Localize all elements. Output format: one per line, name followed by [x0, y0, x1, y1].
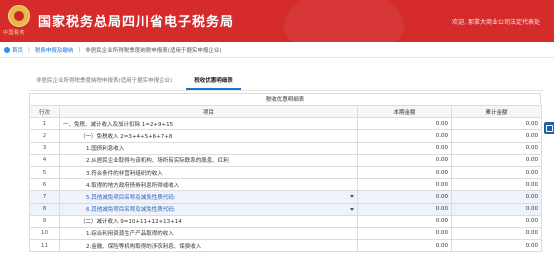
- row-number-cell: 6: [29, 178, 60, 192]
- item-cell: 一、免税、减计收入及加计扣除 1=2+9+15: [59, 117, 358, 131]
- cumulative-amount-input[interactable]: 0.00: [451, 239, 542, 253]
- table-row: 7 5.其他减免项目名称及减免性质代码: 0.00 0.00: [29, 190, 542, 204]
- item-cell: （一）免税收入 2=3+4+5+6+7+8: [59, 129, 358, 143]
- item-cell: （二）减计收入 9=10+11+12+13+14: [59, 214, 358, 228]
- incentive-table: 行次 项目 本期金额 累计金额 1 一、免税、减计收入及加计扣除 1=2+9+15…: [29, 104, 542, 253]
- item-cell: 4.取得的地方政府债券利息所得或收入: [59, 178, 358, 192]
- current-amount-input[interactable]: 0.00: [357, 178, 452, 192]
- site-header: 中国税务 国家税务总局四川省电子税务局 欢迎, 那拿大商业公司法定代表处: [0, 0, 554, 42]
- item-label: 一、免税、减计收入及加计扣除 1=2+9+15: [63, 121, 174, 128]
- cumulative-amount-input[interactable]: 0.00: [451, 141, 542, 155]
- row-number-cell: 11: [29, 239, 60, 253]
- breadcrumb-separator: |: [28, 46, 30, 53]
- item-label: 6.其他减免项目名称及减免性质代码:: [86, 207, 176, 214]
- table-body: 1 一、免税、减计收入及加计扣除 1=2+9+15 0.00 0.00 2 （一）免税收入…: [29, 117, 542, 253]
- current-amount-input[interactable]: 0.00: [357, 141, 452, 155]
- table-row: 8 6.其他减免项目名称及减免性质代码: 0.00 0.00: [29, 202, 542, 216]
- row-number-cell: 1: [29, 117, 60, 131]
- row-number-cell: 8: [29, 202, 60, 216]
- column-header-current-amount: 本期金额: [357, 104, 452, 119]
- cumulative-amount-input[interactable]: 0.00: [451, 178, 542, 192]
- table-row: 6 4.取得的地方政府债券利息所得或收入 0.00 0.00: [29, 178, 542, 192]
- column-header-row-no: 行次: [29, 104, 60, 119]
- cumulative-amount-input[interactable]: 0.00: [451, 153, 542, 167]
- breadcrumb: 首页 | 税费申报及缴纳 | 非居民企业所得税季度纳税申报表(适用于据实申报企业…: [0, 42, 554, 58]
- dropdown-caret-icon[interactable]: [350, 195, 354, 199]
- current-amount-input[interactable]: 0.00: [357, 117, 452, 131]
- tab-quarterly-return[interactable]: 非居民企业所得税季度纳税申报表(适用于据实申报企业): [28, 72, 180, 90]
- item-cell: 2.金融、保险等机构取得的涉农利息、保费收入: [59, 239, 358, 253]
- table-row: 9 （二）减计收入 9=10+11+12+13+14 0.00 0.00: [29, 214, 542, 228]
- home-icon: [4, 46, 10, 53]
- cumulative-amount-input[interactable]: 0.00: [451, 129, 542, 143]
- item-cell: 1.综合利用资源生产产品取得的收入: [59, 226, 358, 241]
- floating-help-icon[interactable]: [544, 122, 554, 134]
- item-label: 5.其他减免项目名称及减免性质代码:: [86, 194, 176, 201]
- cumulative-amount-input[interactable]: 0.00: [451, 214, 542, 228]
- cumulative-amount-input[interactable]: 0.00: [451, 117, 542, 131]
- form-tabs: 非居民企业所得税季度纳税申报表(适用于据实申报企业) 税收优惠明细表: [28, 72, 528, 90]
- item-label: 2.金融、保险等机构取得的涉农利息、保费收入: [86, 243, 202, 250]
- cumulative-amount-input[interactable]: 0.00: [451, 202, 542, 216]
- table-row: 2 （一）免税收入 2=3+4+5+6+7+8 0.00 0.00: [29, 129, 542, 143]
- row-number-cell: 4: [29, 153, 60, 167]
- site-title: 国家税务总局四川省电子税务局: [38, 15, 235, 30]
- current-amount-input[interactable]: 0.00: [357, 129, 452, 143]
- tab-tax-incentive-detail[interactable]: 税收优惠明细表: [186, 72, 241, 90]
- welcome-user-text[interactable]: 欢迎, 那拿大商业公司法定代表处: [452, 17, 540, 26]
- current-amount-input[interactable]: 0.00: [357, 165, 452, 180]
- row-number-cell: 7: [29, 190, 60, 204]
- item-label: （二）减计收入 9=10+11+12+13+14: [80, 219, 182, 226]
- emblem-caption: 中国税务: [3, 30, 26, 36]
- item-label: 1.综合利用资源生产产品取得的收入: [86, 231, 174, 238]
- table-row: 3 1.国债利息收入 0.00 0.00: [29, 141, 542, 155]
- column-header-item: 项目: [59, 104, 358, 119]
- tax-emblem-icon: [8, 5, 30, 27]
- item-label: 2.从居民企业取得与该机构、场所有实际联系的股息、红利: [86, 158, 229, 165]
- incentive-table-container: 税收优惠明细表 行次 项目 本期金额 累计金额 1 一、免税、减计收入及加计扣除 …: [29, 93, 542, 253]
- breadcrumb-tax-filing[interactable]: 税费申报及缴纳: [35, 46, 74, 54]
- item-label: 3.符合条件的非营利组织的收入: [86, 170, 163, 177]
- current-amount-input[interactable]: 0.00: [357, 153, 452, 167]
- table-row: 1 一、免税、减计收入及加计扣除 1=2+9+15 0.00 0.00: [29, 117, 542, 131]
- row-number-cell: 2: [29, 129, 60, 143]
- table-row: 10 1.综合利用资源生产产品取得的收入 0.00 0.00: [29, 226, 542, 241]
- table-caption: 税收优惠明细表: [29, 93, 541, 105]
- breadcrumb-current: 非居民企业所得税季度纳税申报表(适用于据实申报企业): [85, 47, 222, 54]
- current-amount-input[interactable]: 0.00: [357, 226, 452, 241]
- cumulative-amount-input[interactable]: 0.00: [451, 165, 542, 180]
- item-cell: 1.国债利息收入: [59, 141, 358, 155]
- item-cell: 2.从居民企业取得与该机构、场所有实际联系的股息、红利: [59, 153, 358, 167]
- item-label: 1.国债利息收入: [86, 146, 125, 153]
- item-cell: 3.符合条件的非营利组织的收入: [59, 165, 358, 180]
- cumulative-amount-input[interactable]: 0.00: [451, 190, 542, 204]
- item-label: （一）免税收入 2=3+4+5+6+7+8: [80, 133, 173, 140]
- exemption-item-select[interactable]: 6.其他减免项目名称及减免性质代码:: [59, 202, 358, 216]
- table-header-row: 行次 项目 本期金额 累计金额: [29, 104, 542, 119]
- current-amount-input[interactable]: 0.00: [357, 214, 452, 228]
- current-amount-input[interactable]: 0.00: [357, 239, 452, 253]
- table-row: 4 2.从居民企业取得与该机构、场所有实际联系的股息、红利 0.00 0.00: [29, 153, 542, 167]
- breadcrumb-home[interactable]: 首页: [12, 46, 23, 54]
- dropdown-caret-icon[interactable]: [350, 207, 354, 211]
- table-row: 5 3.符合条件的非营利组织的收入 0.00 0.00: [29, 165, 542, 180]
- row-number-cell: 10: [29, 226, 60, 241]
- column-header-cumulative-amount: 累计金额: [451, 104, 542, 119]
- exemption-item-select[interactable]: 5.其他减免项目名称及减免性质代码:: [59, 190, 358, 204]
- header-decoration: [284, 0, 404, 42]
- breadcrumb-separator: |: [78, 46, 81, 53]
- current-amount-input[interactable]: 0.00: [357, 190, 452, 204]
- row-number-cell: 9: [29, 214, 60, 228]
- cumulative-amount-input[interactable]: 0.00: [451, 226, 542, 241]
- row-number-cell: 5: [29, 165, 60, 180]
- current-amount-input[interactable]: 0.00: [357, 202, 452, 216]
- row-number-cell: 3: [29, 141, 60, 155]
- item-label: 4.取得的地方政府债券利息所得或收入: [86, 182, 180, 189]
- table-row: 11 2.金融、保险等机构取得的涉农利息、保费收入 0.00 0.00: [29, 239, 542, 253]
- tabs-divider: [28, 90, 544, 91]
